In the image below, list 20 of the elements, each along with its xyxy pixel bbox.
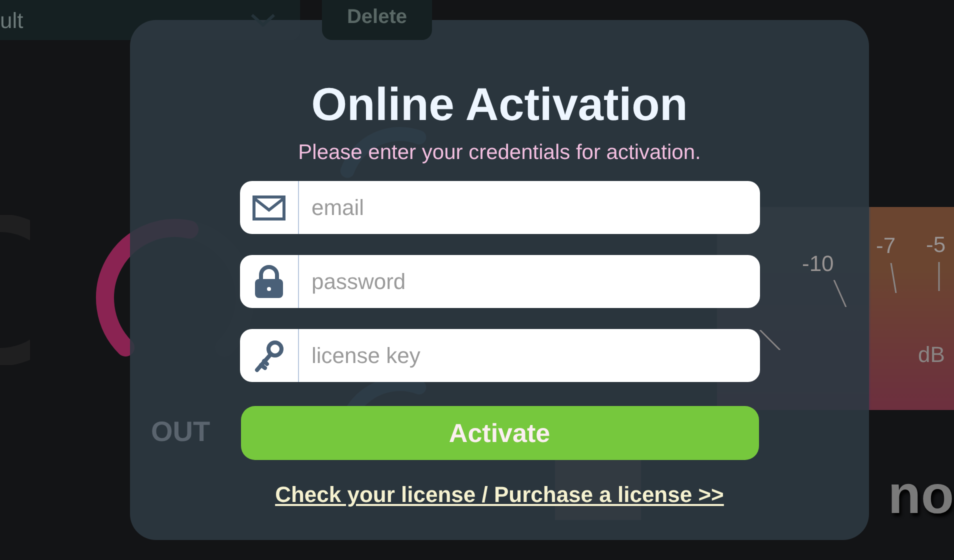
envelope-icon [252, 194, 286, 220]
meter-tick [833, 280, 847, 307]
meter-tick-label: -5 [926, 231, 946, 259]
brand-name: no [888, 464, 954, 527]
delete-button[interactable]: Delete [322, 0, 432, 40]
meter-tick-label: -7 [876, 232, 896, 260]
dialog-title: Online Activation [311, 77, 688, 132]
input-field[interactable]: email [240, 181, 760, 234]
license-link[interactable]: Check your license / Purchase a license >> [275, 478, 724, 511]
dialog-subtitle: Please enter your credentials for activation. [298, 140, 701, 166]
meter-tick [890, 263, 897, 293]
preset-name: ult [0, 6, 24, 34]
input-field[interactable]: password [240, 255, 760, 308]
meter-tick [759, 330, 781, 350]
meter-tick [938, 262, 940, 291]
meter-tick-label: -10 [802, 250, 834, 278]
key-icon [252, 338, 284, 372]
meter-unit: dB [918, 341, 945, 369]
input-field[interactable]: license key [240, 329, 760, 382]
padlock-icon [254, 264, 284, 298]
